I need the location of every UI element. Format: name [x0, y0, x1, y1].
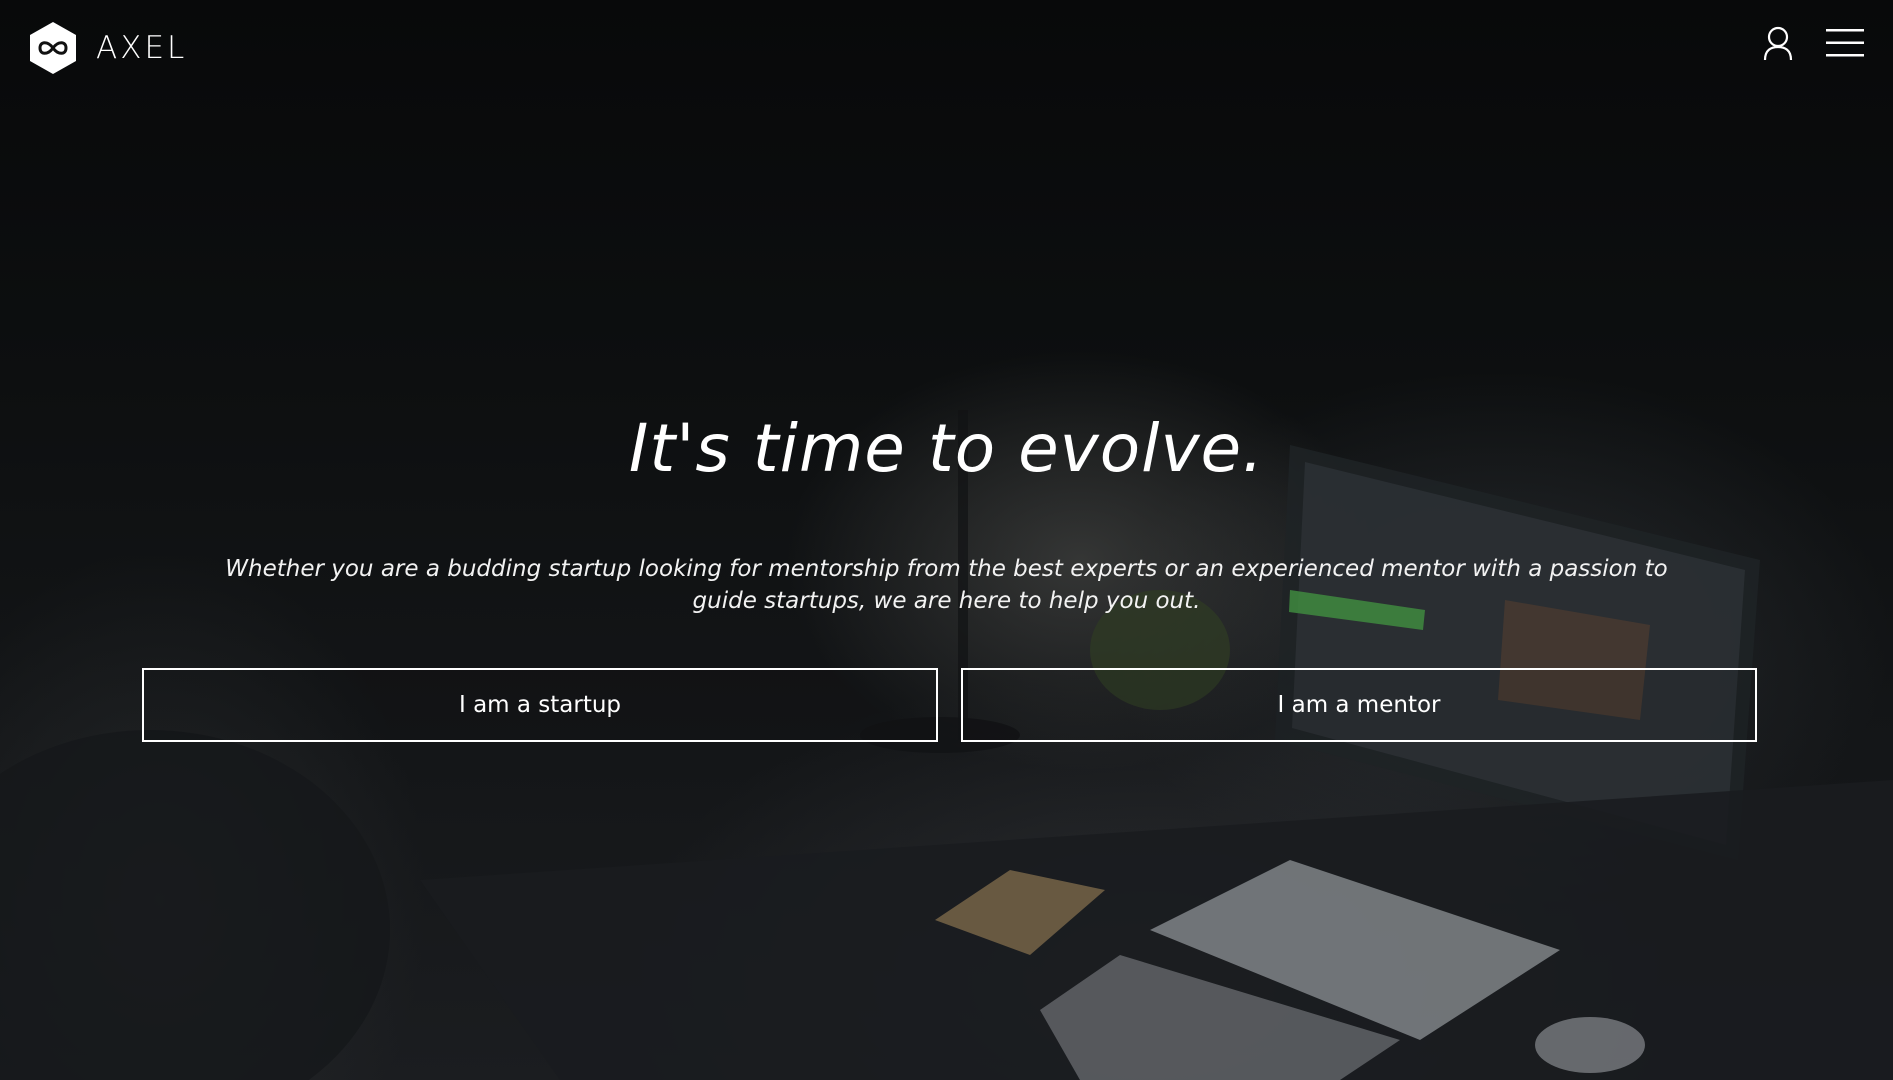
menu-button[interactable]: [1826, 28, 1864, 58]
user-button[interactable]: [1762, 26, 1794, 62]
brand-name: AXEL: [96, 30, 188, 66]
background-scene: [0, 410, 1893, 1080]
hero-subtext: Whether you are a budding startup lookin…: [225, 556, 1668, 614]
hero-section: AXEL It's time to evolve. Whether you ar…: [0, 0, 1893, 1080]
brand[interactable]: AXEL: [28, 20, 187, 76]
startup-button[interactable]: I am a startup: [142, 668, 938, 742]
hero-headline: It's time to evolve.: [628, 410, 1265, 487]
mentor-button[interactable]: I am a mentor: [961, 668, 1757, 742]
site-header: AXEL: [0, 0, 1893, 96]
user-icon: [1763, 26, 1793, 61]
hamburger-menu-icon: [1826, 29, 1864, 57]
infinity-hexagon-logo-icon: [30, 22, 76, 74]
